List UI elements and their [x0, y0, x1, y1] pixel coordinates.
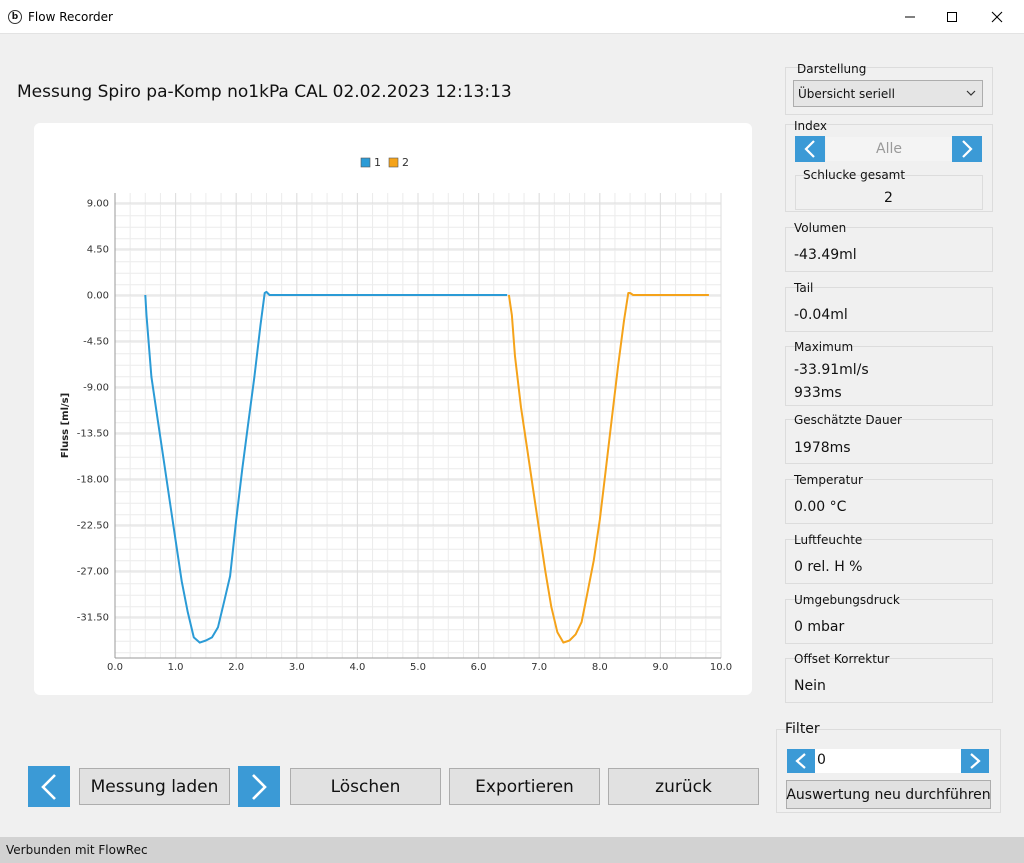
volumen-label: Volumen	[794, 221, 847, 235]
x-tick-label: 7.0	[531, 662, 547, 673]
maximum-value: -33.91ml/s	[794, 362, 869, 378]
y-tick-label: 9.00	[87, 199, 109, 210]
index-label: Index	[794, 119, 828, 133]
umgebungsdruck-label: Umgebungsdruck	[794, 593, 900, 607]
darstellung-select[interactable]: Übersicht seriell	[793, 80, 983, 107]
delete-button[interactable]: Löschen	[290, 768, 441, 805]
index-next-button[interactable]	[952, 136, 982, 162]
close-icon	[991, 11, 1003, 23]
y-tick-label: 4.50	[87, 245, 109, 256]
chevron-left-icon	[795, 753, 806, 769]
filter-input[interactable]: 0	[815, 749, 961, 773]
y-tick-label: -13.50	[77, 429, 109, 440]
rerun-analysis-button[interactable]: Auswertung neu durchführen	[786, 780, 991, 809]
filter-next-button[interactable]	[961, 749, 989, 773]
y-tick-label: -18.00	[77, 475, 109, 486]
legend-swatch-2	[388, 157, 399, 168]
minimize-icon	[905, 16, 915, 18]
chevron-right-icon	[962, 140, 973, 158]
tail-label: Tail	[794, 281, 814, 295]
x-tick-label: 6.0	[471, 662, 487, 673]
index-value: Alle	[826, 137, 952, 161]
maximize-icon	[947, 12, 957, 22]
app-logo-icon: b	[8, 10, 22, 24]
maximum-time: 933ms	[794, 385, 842, 401]
y-tick-label: -31.50	[77, 613, 109, 624]
chevron-right-icon	[252, 773, 267, 800]
y-tick-label: -22.50	[77, 521, 109, 532]
maximum-label: Maximum	[794, 340, 854, 354]
x-tick-label: 8.0	[592, 662, 608, 673]
legend-swatch-1	[360, 157, 371, 168]
offset-value: Nein	[794, 678, 826, 694]
back-button[interactable]: zurück	[608, 768, 759, 805]
offset-label: Offset Korrektur	[794, 652, 890, 666]
title-bar: b Flow Recorder	[0, 0, 1024, 34]
legend-label-1: 1	[374, 156, 381, 169]
y-tick-label: -27.00	[77, 567, 109, 578]
load-measurement-button[interactable]: Messung laden	[79, 768, 230, 805]
tail-value: -0.04ml	[794, 307, 848, 323]
filter-label: Filter	[785, 721, 820, 737]
x-tick-label: 2.0	[228, 662, 244, 673]
x-tick-label: 3.0	[289, 662, 305, 673]
chevron-down-icon	[966, 90, 976, 96]
next-measurement-button[interactable]	[238, 766, 280, 807]
legend-label-2: 2	[402, 156, 409, 169]
y-axis-label: Fluss [ml/s]	[60, 393, 71, 458]
y-tick-label: 0.00	[87, 291, 109, 302]
prev-measurement-button[interactable]	[28, 766, 70, 807]
close-button[interactable]	[977, 0, 1017, 34]
export-button[interactable]: Exportieren	[449, 768, 600, 805]
schlucke-label: Schlucke gesamt	[803, 168, 906, 182]
chart-card: 0.0 1.0 2.0 3.0 4.0 5.0 6.0 7.0 8.0 9.0 10.0 9.00 4.…	[34, 123, 752, 695]
series-1-line	[144, 290, 508, 644]
chevron-left-icon	[804, 140, 815, 158]
y-tick-label: -9.00	[83, 383, 109, 394]
measurement-title: Messung Spiro pa-Komp no1kPa CAL 02.02.2…	[17, 82, 512, 102]
y-tick-label: -4.50	[83, 337, 109, 348]
luftfeuchte-value: 0 rel. H %	[794, 559, 863, 575]
window-title: Flow Recorder	[28, 10, 113, 24]
umgebungsdruck-value: 0 mbar	[794, 619, 845, 635]
schlucke-value: 2	[884, 190, 893, 206]
filter-prev-button[interactable]	[787, 749, 815, 773]
darstellung-label: Darstellung	[797, 62, 867, 76]
maximize-button[interactable]	[932, 0, 972, 34]
x-tick-label: 4.0	[349, 662, 365, 673]
x-tick-label: 9.0	[652, 662, 668, 673]
x-tick-label: 5.0	[410, 662, 426, 673]
temperatur-label: Temperatur	[794, 473, 863, 487]
chevron-right-icon	[970, 753, 981, 769]
dauer-label: Geschätzte Dauer	[794, 413, 902, 427]
index-prev-button[interactable]	[795, 136, 825, 162]
darstellung-selected: Übersicht seriell	[798, 87, 895, 101]
x-tick-label: 0.0	[107, 662, 123, 673]
volumen-value: -43.49ml	[794, 247, 857, 263]
dauer-value: 1978ms	[794, 440, 851, 456]
minimize-button[interactable]	[890, 0, 930, 34]
flow-chart: 0.0 1.0 2.0 3.0 4.0 5.0 6.0 7.0 8.0 9.0 10.0 9.00 4.…	[60, 156, 732, 673]
chevron-left-icon	[41, 773, 56, 800]
status-bar: Verbunden mit FlowRec	[0, 837, 1024, 863]
x-tick-label: 1.0	[168, 662, 184, 673]
temperatur-value: 0.00 °C	[794, 499, 847, 515]
luftfeuchte-label: Luftfeuchte	[794, 533, 863, 547]
x-tick-label: 10.0	[710, 662, 732, 673]
